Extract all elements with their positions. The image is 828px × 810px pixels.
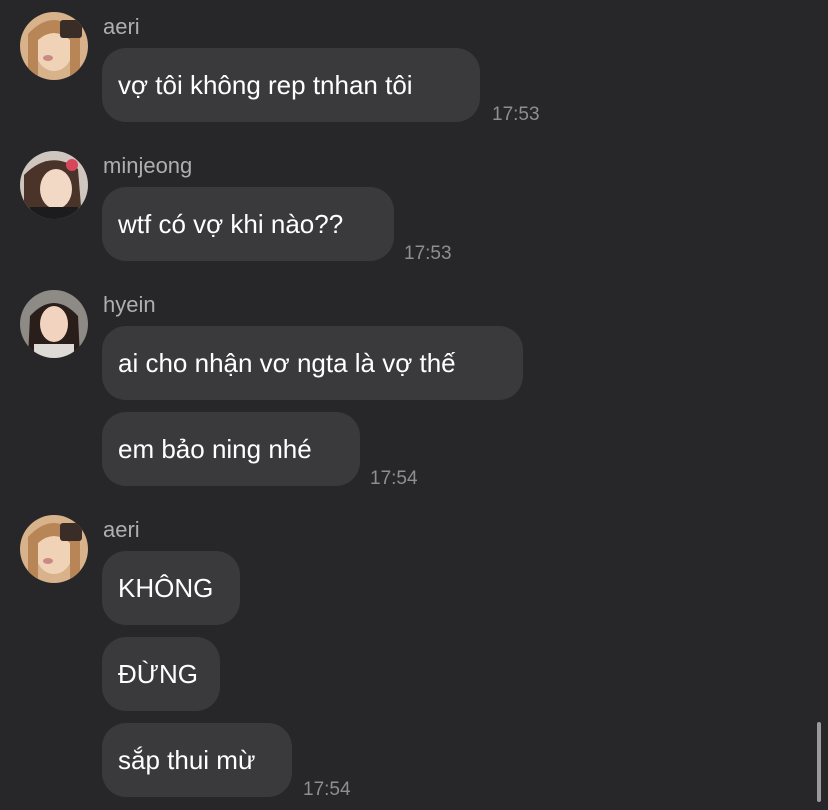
sender-name: hyein [103,292,156,317]
message-bubble[interactable]: sắp thui mừ [102,723,292,797]
message-timestamp: 17:54 [370,468,418,489]
message-bubble[interactable]: vợ tôi không rep tnhan tôi [102,48,480,122]
scrollbar[interactable] [817,722,821,802]
minjeong-avatar[interactable] [20,151,88,219]
aeri-avatar[interactable] [20,12,88,80]
aeri-avatar[interactable] [20,515,88,583]
message-bubble[interactable]: wtf có vợ khi nào?? [102,187,394,261]
message-timestamp: 17:53 [404,243,452,264]
message-timestamp: 17:53 [492,104,540,125]
sender-name: aeri [103,14,140,39]
message-bubble[interactable]: em bảo ning nhé [102,412,360,486]
message-bubble[interactable]: ai cho nhận vơ ngta là vợ thế [102,326,523,400]
message-bubble[interactable]: ĐỪNG [102,637,220,711]
message-bubble[interactable]: KHÔNG [102,551,240,625]
sender-name: aeri [103,517,140,542]
sender-name: minjeong [103,153,193,178]
message-timestamp: 17:54 [303,779,351,800]
chat-message-list[interactable]: aeri vợ tôi không rep tnhan tôi 17:53 mi… [0,0,828,810]
hyein-avatar[interactable] [20,290,88,358]
